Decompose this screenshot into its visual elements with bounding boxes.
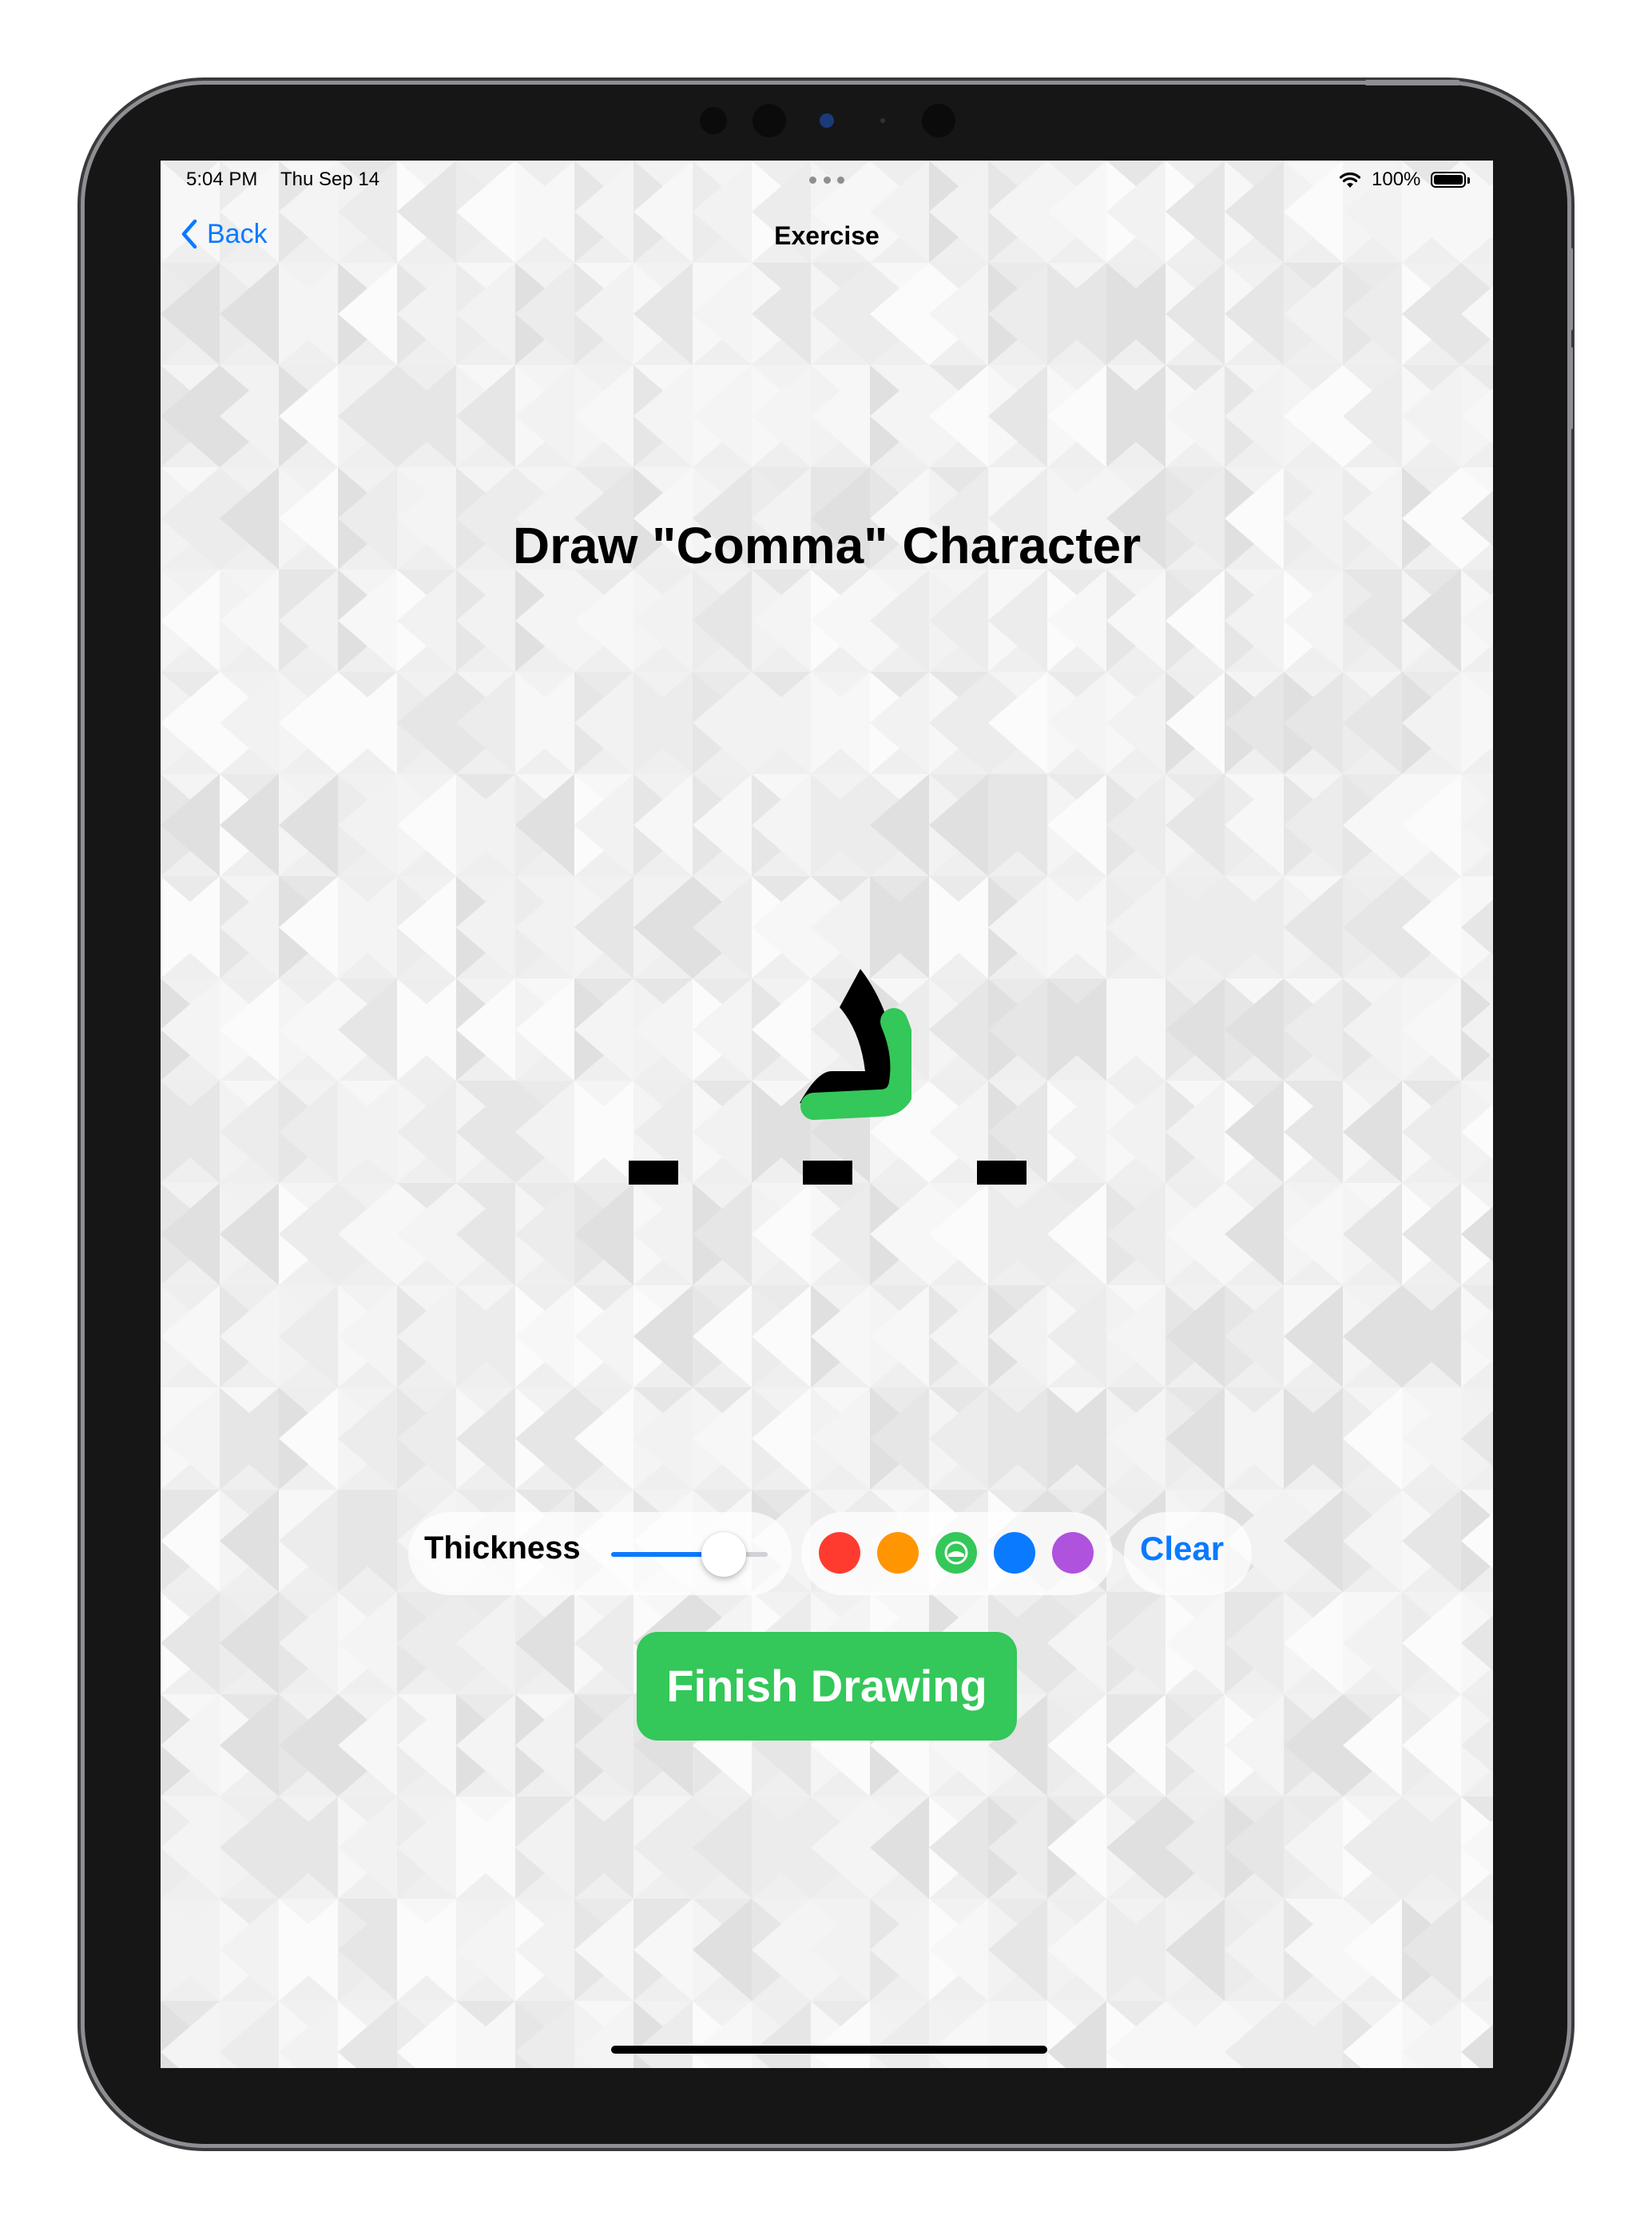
clear-button[interactable]: Clear <box>1140 1530 1224 1568</box>
multitask-dots-icon[interactable] <box>809 177 844 185</box>
color-swatch[interactable] <box>819 1532 860 1574</box>
battery-icon <box>1431 172 1470 188</box>
battery-percent: 100% <box>1372 169 1421 190</box>
exercise-heading: Draw "Comma" Character <box>512 517 1142 574</box>
sensor-dot <box>753 104 786 137</box>
sensor-dot <box>922 104 955 137</box>
app-screen: 5:04 PM Thu Sep 14 100% Back Exercise Dr… <box>161 161 1493 2068</box>
target-character-glyph <box>800 969 911 1120</box>
home-indicator[interactable] <box>611 2046 1047 2054</box>
baseline-dash <box>629 1161 678 1185</box>
status-date: Thu Sep 14 <box>280 169 380 190</box>
finish-drawing-button[interactable]: Finish Drawing <box>637 1632 1017 1741</box>
slider-knob[interactable] <box>701 1532 747 1577</box>
nav-title: Exercise <box>774 221 880 250</box>
baseline-dash <box>803 1161 852 1185</box>
color-swatch[interactable] <box>877 1532 919 1574</box>
volume-down-button <box>1567 347 1573 430</box>
top-button <box>1364 80 1460 85</box>
sensor-dot <box>700 107 727 134</box>
sensor-dot <box>880 118 885 123</box>
color-swatch[interactable] <box>1052 1532 1094 1574</box>
thickness-label: Thickness <box>424 1530 581 1566</box>
color-swatch[interactable] <box>994 1532 1035 1574</box>
selected-check-icon <box>944 1541 968 1565</box>
baseline-dash <box>977 1161 1027 1185</box>
color-swatch[interactable] <box>935 1532 977 1574</box>
wifi-icon <box>1339 172 1361 188</box>
status-time: 5:04 PM <box>186 169 258 190</box>
camera-lens <box>820 113 834 128</box>
volume-up-button <box>1567 248 1573 331</box>
